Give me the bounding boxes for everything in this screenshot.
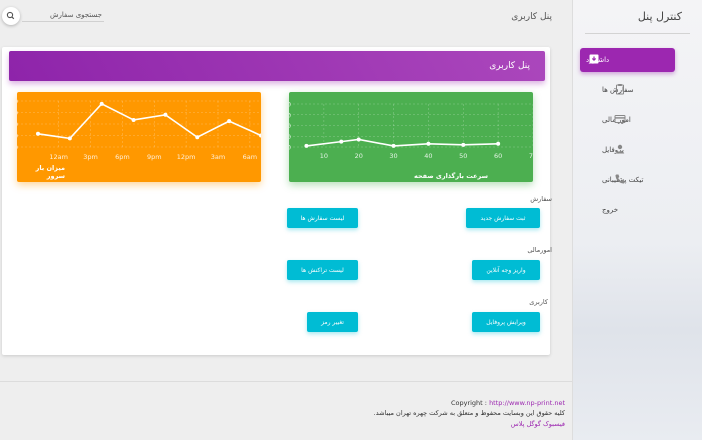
data-point [227,119,232,124]
finance-section-label: امورمالی [527,246,552,254]
sidebar-item-label: سفارش ها [602,86,634,94]
data-point [339,139,344,144]
x-tick-label: 60 [494,152,502,160]
x-tick-label: 3am [211,153,225,161]
server-load-caption: میزان بار سرور [35,164,65,180]
user-section-label: کاربری [529,298,548,306]
y-tick-label: 600 [17,109,18,117]
footer-rights: کلیه حقوق این وبسایت محفوظ و متعلق به شر… [373,409,565,417]
x-tick-label: 12pm [177,153,196,161]
x-tick-label: 12am [49,153,68,161]
sidebar-item-label: امور مالی [602,116,631,124]
data-point [131,117,136,122]
footer-social-links[interactable]: فیسبوک گوگل پلاس [0,420,565,428]
x-tick-label: 50 [459,152,467,160]
card-title: پنل کاربری [489,61,530,71]
page-load-speed-chart: 40 30 20 10 0 10 20 30 40 50 60 70 سرعت بارگذاری صف… [289,92,533,182]
sidebar-divider [585,33,690,34]
data-point [195,135,200,140]
sidebar-item-finance[interactable]: امور مالی [572,108,702,132]
sidebar-item-profile[interactable]: پروفایل [572,138,702,162]
sidebar-item-dashboard[interactable]: داشبورد [580,48,675,72]
x-tick-label: 6pm [115,153,130,161]
y-tick-label: 30 [289,111,291,119]
y-tick-label: 10 [289,133,291,141]
top-bar: پنل کاربری [0,0,572,36]
dashboard-icon [589,54,599,64]
search-icon [6,11,15,20]
phone-icon [615,174,625,184]
new-order-button[interactable]: ثبت سفارش جدید [466,208,540,228]
x-tick-label: 70 [529,152,533,160]
copyright-link[interactable]: http://www.np-print.net [489,399,565,407]
sidebar-item-label: تیکت پشتیبانی [602,176,644,184]
x-tick-label: 3pm [83,153,98,161]
transactions-list-button[interactable]: لیست تراکنش ها [287,260,358,280]
data-point [67,136,72,141]
sidebar-item-support[interactable]: تیکت پشتیبانی [572,168,702,192]
data-point [496,141,501,146]
data-point [304,143,309,148]
data-point [163,112,168,117]
page-load-speed-chart-svg: 40 30 20 10 0 10 20 30 40 50 60 70 [289,101,533,160]
y-tick-label: 0 [289,144,291,152]
edit-profile-button[interactable]: ویرایش پروفایل [472,312,540,332]
y-tick-label: 0 [17,144,18,152]
person-icon [615,144,625,154]
x-tick-label: 10 [320,152,328,160]
x-tick-label: 30 [389,152,397,160]
series-line [306,138,499,147]
copyright-label: Copyright : [450,399,490,407]
data-point [36,131,40,136]
y-tick-label: 40 [289,101,291,109]
x-tick-label: 9pm [147,153,162,161]
y-tick-label: 400 [17,121,18,129]
orders-section-label: سفارش [530,195,552,203]
change-password-button[interactable]: تغییر رمز [307,312,358,332]
data-point [99,101,104,106]
x-tick-label: 20 [355,152,363,160]
credit-card-icon [614,115,626,123]
sidebar-item-orders[interactable]: سفارش ها [572,78,702,102]
social-links[interactable]: فیسبوک گوگل پلاس [511,420,565,428]
sidebar: کنترل پنل داشبورد سفارش ها امور مالی پرو… [572,0,702,440]
page-load-speed-caption: سرعت بارگذاری صفحه [414,172,488,180]
online-payment-button[interactable]: واریز وجه آنلاین [472,260,540,280]
data-point [391,143,396,148]
x-tick-label: 6am [243,153,257,161]
data-point [426,141,431,146]
search-button[interactable] [2,7,20,25]
data-point [356,137,361,142]
y-tick-label: 20 [289,122,291,130]
y-tick-label: 200 [17,132,18,140]
footer-divider [0,381,572,382]
sidebar-item-label: پروفایل [602,146,624,154]
sidebar-item-label: خروج [602,206,619,214]
page-title: پنل کاربری [511,12,552,22]
footer-copyright: Copyright : http://www.np-print.net [0,399,565,407]
data-point [461,142,466,147]
sidebar-item-logout[interactable]: خروج [572,198,702,222]
search-input[interactable] [22,8,104,22]
server-load-chart: 800600400200012am3pm6pm9pm12pm3am6am9am … [17,92,261,182]
card-header: پنل کاربری [9,51,545,81]
x-tick-label: 40 [424,152,432,160]
clipboard-icon [616,84,624,95]
orders-list-button[interactable]: لیست سفارش ها [287,208,358,228]
sidebar-brand: کنترل پنل [637,10,682,23]
y-tick-label: 800 [17,98,18,106]
